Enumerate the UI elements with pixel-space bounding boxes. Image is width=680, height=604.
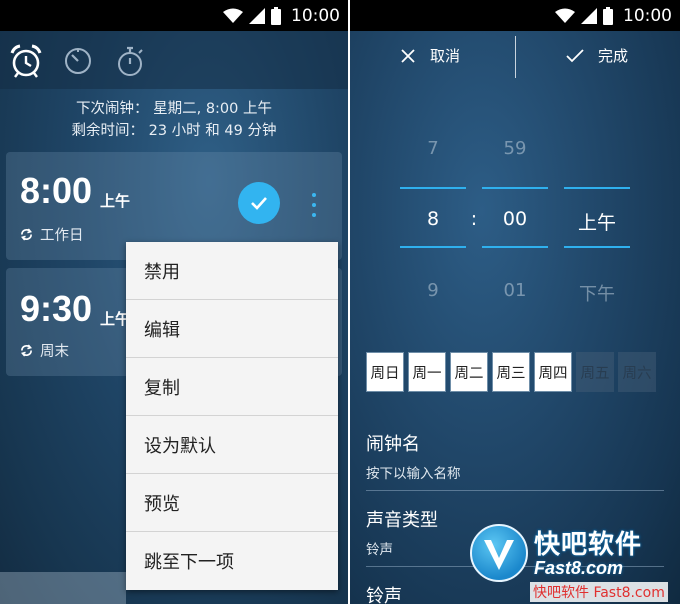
battery-icon [271,6,281,25]
alarm-enable-toggle[interactable] [238,182,280,224]
ampm-current[interactable]: 上午 [564,208,630,235]
tab-bar [0,31,348,89]
picker-line [564,187,630,189]
menu-item-preview[interactable]: 预览 [126,474,338,532]
hour-current[interactable]: 8 [400,208,466,230]
alarm-repeat: 周末 [20,340,69,361]
day-wednesday[interactable]: 周三 [492,352,530,392]
alarm-clock-icon [10,44,42,78]
alarm-time: 9:30 [20,288,93,329]
battery-icon [603,6,613,25]
status-bar: 10:00 [0,0,348,31]
alarm-repeat: 工作日 [20,224,84,245]
tab-alarm[interactable] [8,41,44,81]
setting-divider [366,490,664,491]
stopwatch-icon [118,46,143,76]
context-menu: 禁用 编辑 复制 设为默认 预览 跳至下一项 [126,242,338,590]
setting-title: 闹钟名 [366,434,420,455]
menu-item-copy[interactable]: 复制 [126,358,338,416]
setting-alarm-name[interactable]: 闹钟名 按下以输入名称 [366,430,666,482]
watermark-url: Fast8.com [534,558,624,578]
status-bar: 10:00 [350,0,680,31]
watermark-title: 快吧软件 [534,530,643,560]
cancel-button[interactable]: 取消 [400,45,460,66]
day-thursday[interactable]: 周四 [534,352,572,392]
overflow-dot [312,213,316,217]
overflow-dot [312,203,316,207]
weekday-selector: 周日 周一 周二 周三 周四 周五 周六 [366,352,656,392]
alarm-repeat-label: 周末 [40,344,69,360]
done-button[interactable]: 完成 [566,45,628,66]
watermark-footer: 快吧软件 Fast8.com [530,582,668,602]
alarm-list-screen: 10:00 下次闹钟： 星期二, 8:00 上午 剩余时间： 23 小时 和 4… [0,0,348,604]
status-clock: 10:00 [623,5,672,26]
minute-next[interactable]: 01 [482,280,548,301]
repeat-icon [21,228,32,241]
minute-current[interactable]: 00 [482,208,548,230]
picker-line [400,187,466,189]
alarm-time: 8:00 [20,170,93,211]
watermark-logo [470,524,528,582]
picker-line [564,246,630,248]
done-label: 完成 [598,47,629,65]
picker-line [482,187,548,189]
signal-icon [581,7,597,24]
picker-line [400,246,466,248]
ampm-next[interactable]: 下午 [564,280,630,306]
menu-item-disable[interactable]: 禁用 [126,242,338,300]
overflow-menu-button[interactable] [309,193,319,217]
repeat-icon [21,344,32,357]
day-sunday[interactable]: 周日 [366,352,404,392]
wifi-icon [223,8,243,23]
bottom-strip [0,572,126,604]
cancel-label: 取消 [430,47,461,65]
next-alarm-info: 下次闹钟： 星期二, 8:00 上午 剩余时间： 23 小时 和 49 分钟 [0,98,348,142]
timer-icon [65,48,91,74]
time-separator: : [470,208,478,230]
hour-next[interactable]: 9 [400,280,466,301]
day-saturday[interactable]: 周六 [618,352,656,392]
checkmark-icon [251,197,267,210]
watermark: 快吧软件 Fast8.com 快吧软件 Fast8.com [470,520,680,604]
day-monday[interactable]: 周一 [408,352,446,392]
overflow-dot [312,193,316,197]
checkmark-icon [566,48,584,62]
day-tuesday[interactable]: 周二 [450,352,488,392]
remaining-time-text: 剩余时间： 23 小时 和 49 分钟 [71,123,277,139]
signal-icon [249,7,265,24]
hour-prev[interactable]: 7 [400,138,466,159]
wifi-icon [555,8,575,23]
picker-line [482,246,548,248]
status-clock: 10:00 [291,5,340,26]
logo-emblem-icon [484,540,514,570]
close-icon [401,48,415,63]
menu-item-skip-next[interactable]: 跳至下一项 [126,532,338,590]
menu-item-edit[interactable]: 编辑 [126,300,338,358]
day-friday[interactable]: 周五 [576,352,614,392]
minute-prev[interactable]: 59 [482,138,548,159]
alarm-edit-screen: 10:00 取消 完成 7 8 9 : 59 00 01 上午 下午 周日 周一… [350,0,680,604]
alarm-ampm: 上午 [100,192,131,210]
tab-stopwatch[interactable] [112,41,148,81]
tab-timer[interactable] [60,41,96,81]
setting-subtitle: 按下以输入名称 [366,466,461,482]
action-divider [515,36,516,78]
menu-item-set-default[interactable]: 设为默认 [126,416,338,474]
alarm-repeat-label: 工作日 [40,228,84,244]
next-alarm-text: 下次闹钟： 星期二, 8:00 上午 [76,101,272,117]
